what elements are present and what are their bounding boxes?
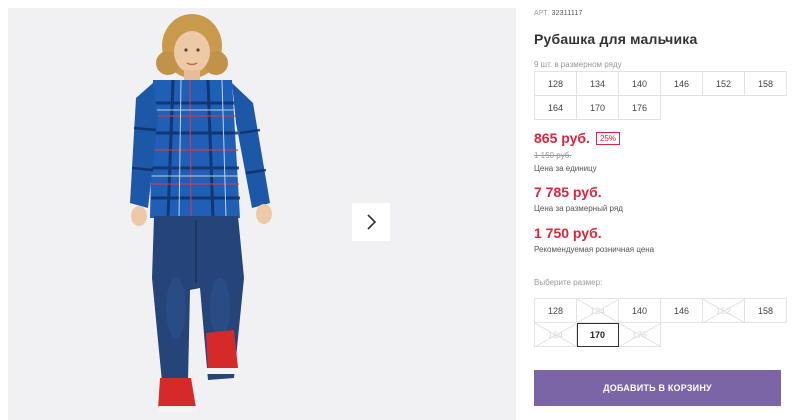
article-value: 32311117 <box>551 10 583 17</box>
size-range-cell: 128 <box>535 72 577 96</box>
size-range-grid: 128 134 140 146 152 158 164 170 176 <box>534 71 787 120</box>
size-range-cell: 140 <box>619 72 661 96</box>
size-range-cell: 158 <box>745 72 787 96</box>
article-number: АРТ. 32311117 <box>534 10 583 17</box>
product-info: АРТ. 32311117 Рубашка для мальчика 9 шт.… <box>534 0 800 420</box>
size-range-note: 9 шт. в размерном ряду <box>534 60 622 69</box>
discount-badge: 25% <box>595 132 620 145</box>
product-page: АРТ. 32311117 Рубашка для мальчика 9 шт.… <box>0 0 800 420</box>
choose-size-label: Выберите размер: <box>534 278 603 287</box>
size-option-unavailable: 134 <box>577 299 619 323</box>
chevron-right-icon <box>367 214 377 230</box>
product-photo <box>130 14 272 412</box>
unit-price-caption: Цена за единицу <box>534 164 597 173</box>
unit-price-block: 865 руб. 25% 1 150 руб. Цена за единицу <box>534 130 620 173</box>
size-range-cell: 170 <box>577 96 619 120</box>
product-gallery <box>8 8 516 420</box>
size-option[interactable]: 146 <box>661 299 703 323</box>
size-option[interactable]: 158 <box>745 299 787 323</box>
retail-price-caption: Рекомендуемая розничная цена <box>534 245 655 254</box>
size-range-cell: 134 <box>577 72 619 96</box>
range-price-caption: Цена за размерный ряд <box>534 204 623 213</box>
size-option-selected[interactable]: 170 <box>577 323 619 347</box>
size-range-cell: 176 <box>619 96 661 120</box>
add-to-cart-button[interactable]: Добавить в корзину <box>534 370 781 406</box>
range-price: 7 785 руб. <box>534 184 602 200</box>
size-range-cell: 152 <box>703 72 745 96</box>
old-price: 1 150 руб. <box>534 151 572 160</box>
product-title: Рубашка для мальчика <box>534 31 698 47</box>
size-range-cell: 146 <box>661 72 703 96</box>
retail-price: 1 750 руб. <box>534 225 602 241</box>
size-option-unavailable: 164 <box>535 323 577 347</box>
range-price-block: 7 785 руб. Цена за размерный ряд <box>534 184 623 213</box>
size-selector: 128 134 140 146 152 158 164 170 176 <box>534 298 787 347</box>
size-option-unavailable: 152 <box>703 299 745 323</box>
article-label: АРТ. <box>534 10 550 17</box>
size-option[interactable]: 140 <box>619 299 661 323</box>
gallery-next-button[interactable] <box>352 203 390 241</box>
size-range-cell: 164 <box>535 96 577 120</box>
size-option-unavailable: 176 <box>619 323 661 347</box>
size-option[interactable]: 128 <box>535 299 577 323</box>
retail-price-block: 1 750 руб. Рекомендуемая розничная цена <box>534 225 654 254</box>
unit-price: 865 руб. <box>534 130 590 146</box>
